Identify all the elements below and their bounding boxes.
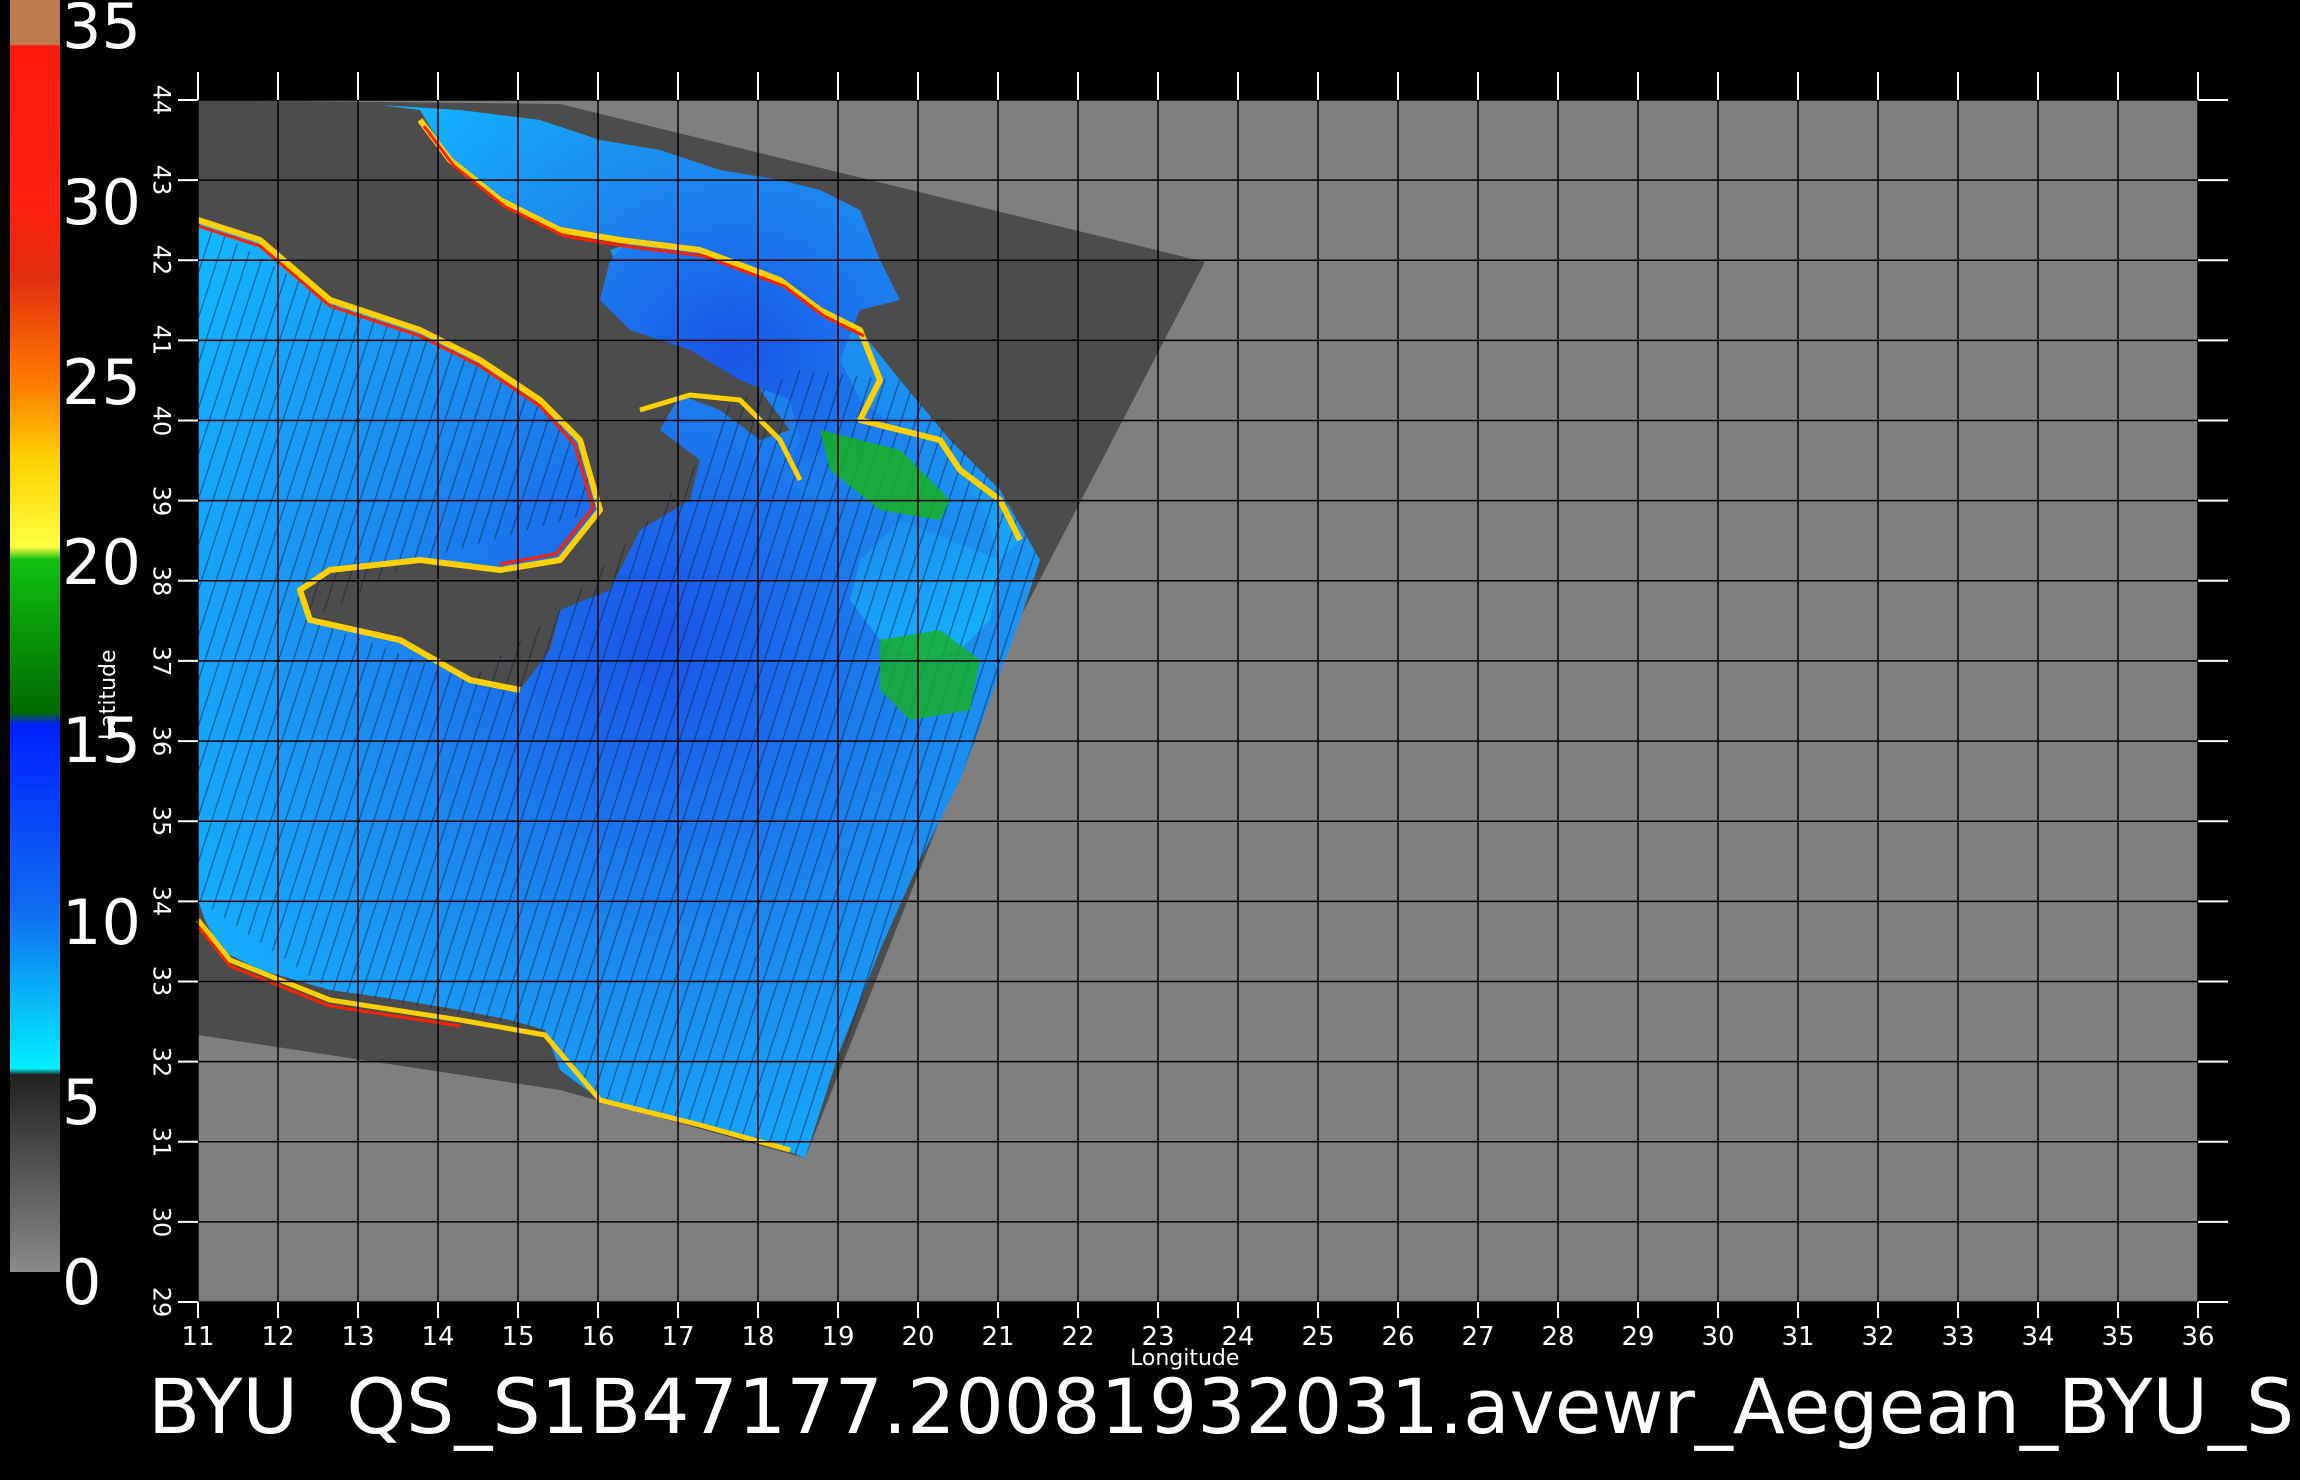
latitude-tick-label: 35 <box>147 805 176 837</box>
longitude-tick-label: 18 <box>741 1322 775 1352</box>
longitude-tick-label: 31 <box>1781 1322 1815 1352</box>
latitude-tick-label: 41 <box>147 325 176 356</box>
latitude-tick-label: 36 <box>147 725 176 757</box>
product-filename: BYU QS_S1B47177.20081932031.avewr_Aegean… <box>148 1362 2300 1451</box>
longitude-tick-label: 32 <box>1861 1322 1895 1352</box>
longitude-tick-label: 15 <box>501 1322 535 1352</box>
longitude-tick-label: 21 <box>981 1322 1015 1352</box>
longitude-tick-label: 26 <box>1381 1322 1415 1352</box>
latitude-tick-label: 33 <box>147 966 176 997</box>
latitude-tick-label: 39 <box>147 485 176 516</box>
longitude-tick-label: 35 <box>2101 1322 2135 1352</box>
latitude-tick-label: 40 <box>147 405 176 436</box>
longitude-tick-label: 29 <box>1621 1322 1655 1352</box>
wind-map-figure: 35 30 25 20 15 10 5 0 11 12 13 14 15 16 … <box>0 0 2300 1480</box>
map-plot <box>178 72 2228 1318</box>
latitude-tick-label: 42 <box>147 244 176 276</box>
longitude-tick-label: 34 <box>2021 1322 2055 1352</box>
longitude-tick-label: 25 <box>1301 1322 1335 1352</box>
longitude-tick-label: 14 <box>421 1322 455 1352</box>
longitude-tick-label: 36 <box>2181 1322 2215 1352</box>
longitude-tick-label: 16 <box>581 1322 615 1352</box>
longitude-tick-label: 19 <box>821 1322 855 1352</box>
latitude-tick-label: 32 <box>147 1046 176 1077</box>
latitude-tick-label: 31 <box>147 1126 176 1157</box>
latitude-tick-label: 44 <box>147 84 176 116</box>
longitude-tick-label: 28 <box>1541 1322 1575 1352</box>
latitude-tick-label: 29 <box>147 1286 176 1318</box>
latitude-tick-label: 43 <box>147 164 176 196</box>
latitude-tick-label: 34 <box>147 886 176 917</box>
longitude-tick-label: 11 <box>181 1322 215 1352</box>
longitude-tick-label: 22 <box>1061 1322 1095 1352</box>
latitude-tick-label: 38 <box>147 565 176 597</box>
longitude-tick-label: 27 <box>1461 1322 1495 1352</box>
latitude-tick-label: 30 <box>147 1206 176 1238</box>
longitude-tick-label: 12 <box>261 1322 295 1352</box>
latitude-tick-label: 37 <box>147 645 176 677</box>
longitude-tick-label: 20 <box>901 1322 935 1352</box>
longitude-tick-label: 13 <box>341 1322 375 1352</box>
longitude-tick-label: 17 <box>661 1322 695 1352</box>
longitude-tick-label: 30 <box>1701 1322 1735 1352</box>
y-axis-title: Latitude <box>96 649 121 740</box>
longitude-tick-label: 33 <box>1941 1322 1975 1352</box>
